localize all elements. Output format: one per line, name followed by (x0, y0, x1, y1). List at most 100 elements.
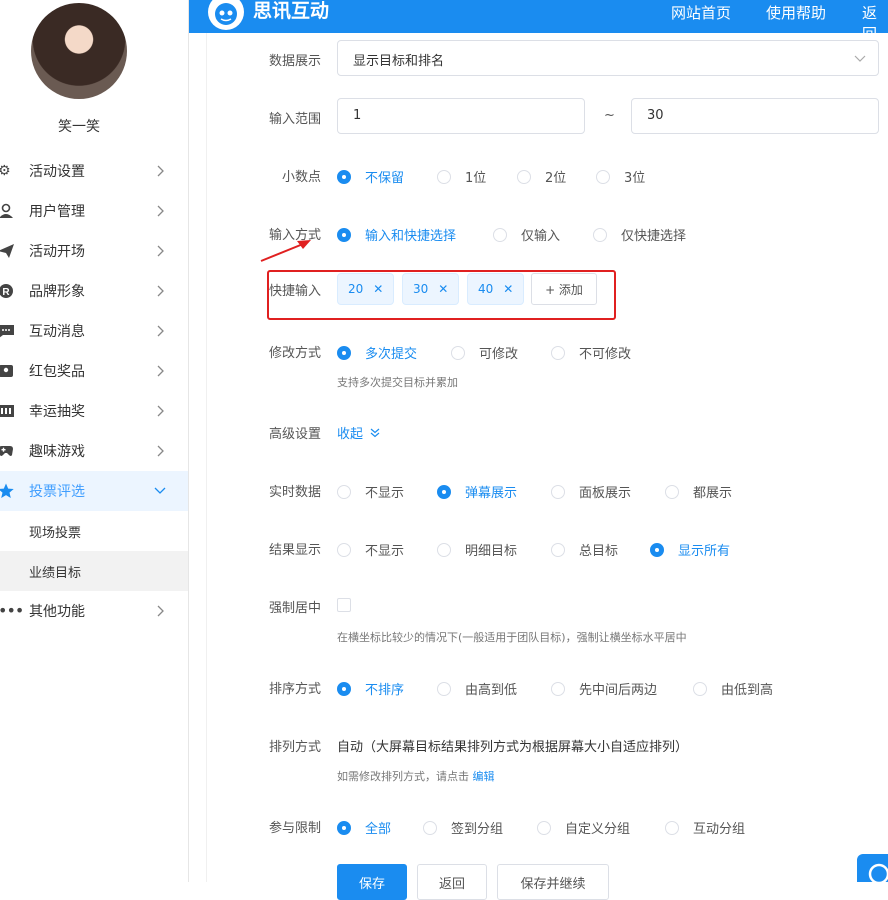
voting-submenu: 现场投票 业绩目标 (0, 511, 188, 591)
realtime-radio-danmaku[interactable]: 弹幕展示 (437, 482, 517, 501)
decimal-radio-3[interactable]: 3位 (596, 167, 645, 186)
star-icon (0, 483, 16, 499)
avatar[interactable] (31, 3, 127, 99)
submenu-item-performance-target[interactable]: 业绩目标 (0, 551, 188, 591)
input-mode-radio-both[interactable]: 输入和快捷选择 (337, 225, 456, 244)
nav-home-link[interactable]: 网站首页 (671, 2, 731, 23)
back-button[interactable]: 返回 (417, 864, 487, 900)
sidebar-item-activity-opening[interactable]: 活动开场 (0, 231, 188, 271)
sidebar-item-voting[interactable]: 投票评选 (0, 471, 188, 511)
nav-help-link[interactable]: 使用帮助 (766, 2, 826, 23)
modify-mode-hint: 支持多次提交目标并累加 (337, 376, 458, 389)
input-mode-radio-quick-only[interactable]: 仅快捷选择 (593, 225, 686, 244)
form-content: 数据展示 显示目标和排名 输入范围 1 ~ 30 小数点 不保留 1位 2位 3… (206, 33, 888, 900)
participation-radio-custom-group[interactable]: 自定义分组 (537, 818, 630, 837)
sort-radio-asc[interactable]: 由低到高 (693, 679, 773, 698)
gamepad-icon (0, 443, 16, 459)
top-header: 思讯互动 网站首页 使用帮助 返回 (189, 0, 888, 43)
chevron-right-icon (157, 365, 164, 377)
svg-text:R: R (2, 287, 10, 298)
sort-mode-label: 排序方式 (269, 682, 322, 697)
sidebar-item-label: 投票评选 (29, 484, 85, 500)
result-display-label: 结果显示 (269, 543, 322, 558)
participation-radio-all[interactable]: 全部 (337, 818, 391, 837)
sidebar-item-label: 活动开场 (29, 244, 85, 260)
sidebar-menu: ⚙ 活动设置 用户管理 活动开场 R 品牌形象 互动消息 红包奖品 幸运抽奖 趣… (0, 151, 188, 631)
submenu-item-live-vote[interactable]: 现场投票 (0, 511, 188, 551)
chevron-right-icon (157, 605, 164, 617)
data-display-label: 数据展示 (269, 54, 322, 69)
sidebar-item-lucky-draw[interactable]: 幸运抽奖 (0, 391, 188, 431)
chevron-right-icon (157, 285, 164, 297)
sidebar-item-user-management[interactable]: 用户管理 (0, 191, 188, 231)
chat-icon (868, 863, 888, 885)
range-max-input[interactable]: 30 (631, 98, 879, 134)
data-display-value: 显示目标和排名 (353, 54, 445, 69)
sidebar-item-fun-games[interactable]: 趣味游戏 (0, 431, 188, 471)
sort-radio-none[interactable]: 不排序 (337, 679, 404, 698)
decimal-radio-2[interactable]: 2位 (517, 167, 566, 186)
annotation-arrow-icon (260, 240, 311, 262)
range-min-value: 1 (353, 108, 362, 123)
sidebar-item-other-functions[interactable]: ••• 其他功能 (0, 591, 188, 631)
realtime-radio-panel[interactable]: 面板展示 (551, 482, 631, 501)
username: 笑一笑 (58, 119, 100, 135)
decimal-radio-none[interactable]: 不保留 (337, 167, 404, 186)
double-chevron-down-icon (370, 428, 380, 437)
save-button[interactable]: 保存 (337, 864, 407, 900)
sort-radio-desc[interactable]: 由高到低 (437, 679, 517, 698)
lottery-icon (0, 403, 16, 419)
chevron-right-icon (157, 165, 164, 177)
result-radio-hide[interactable]: 不显示 (337, 540, 404, 559)
modify-radio-multiple[interactable]: 多次提交 (337, 343, 417, 362)
chevron-right-icon (157, 325, 164, 337)
sort-radio-center-out[interactable]: 先中间后两边 (551, 679, 657, 698)
range-separator: ~ (604, 108, 615, 123)
data-display-select[interactable]: 显示目标和排名 (337, 40, 879, 76)
range-min-input[interactable]: 1 (337, 98, 585, 134)
advanced-collapse-toggle[interactable]: 收起 (337, 423, 381, 442)
brand-name: 思讯互动 (253, 0, 330, 22)
modify-radio-editable[interactable]: 可修改 (451, 343, 518, 362)
result-radio-all[interactable]: 显示所有 (650, 540, 730, 559)
participation-radio-checkin-group[interactable]: 签到分组 (423, 818, 503, 837)
participation-radio-interactive-group[interactable]: 互动分组 (665, 818, 745, 837)
sidebar-item-label: 其他功能 (29, 604, 85, 620)
range-max-value: 30 (647, 108, 664, 123)
sidebar-item-interactive-messages[interactable]: 互动消息 (0, 311, 188, 351)
sidebar-item-label: 活动设置 (29, 164, 85, 180)
sidebar-item-label: 趣味游戏 (29, 444, 85, 460)
sidebar-item-label: 幸运抽奖 (29, 404, 85, 420)
result-radio-total[interactable]: 总目标 (551, 540, 618, 559)
input-mode-radio-input-only[interactable]: 仅输入 (493, 225, 560, 244)
force-center-checkbox[interactable] (337, 598, 351, 612)
modify-radio-locked[interactable]: 不可修改 (551, 343, 631, 362)
input-range-label: 输入范围 (269, 112, 322, 127)
submenu-item-label: 现场投票 (29, 525, 82, 541)
floating-help-widget[interactable] (857, 854, 888, 885)
sidebar-item-brand-image[interactable]: R 品牌形象 (0, 271, 188, 311)
robot-logo-icon[interactable] (208, 0, 244, 30)
registered-icon: R (0, 283, 16, 299)
message-icon (0, 323, 16, 339)
chevron-right-icon (157, 445, 164, 457)
arrange-edit-link[interactable]: 编辑 (473, 770, 495, 783)
user-icon (0, 203, 16, 219)
submenu-item-label: 业绩目标 (29, 565, 82, 581)
modify-mode-label: 修改方式 (269, 346, 322, 361)
chevron-right-icon (157, 205, 164, 217)
sidebar-item-label: 互动消息 (29, 324, 85, 340)
realtime-label: 实时数据 (269, 485, 322, 500)
sidebar-item-red-packet-prizes[interactable]: 红包奖品 (0, 351, 188, 391)
arrange-mode-hint: 如需修改排列方式，请点击 编辑 (337, 770, 495, 783)
arrange-mode-value: 自动（大屏幕目标结果排列方式为根据屏幕大小自适应排列） (337, 740, 689, 755)
realtime-radio-hide[interactable]: 不显示 (337, 482, 404, 501)
advanced-toggle-label: 收起 (337, 427, 364, 442)
realtime-radio-both[interactable]: 都展示 (665, 482, 732, 501)
save-continue-button[interactable]: 保存并继续 (497, 864, 609, 900)
result-radio-detail[interactable]: 明细目标 (437, 540, 517, 559)
sidebar-item-activity-settings[interactable]: ⚙ 活动设置 (0, 151, 188, 191)
decimal-radio-1[interactable]: 1位 (437, 167, 486, 186)
decimal-label: 小数点 (282, 170, 322, 185)
gift-icon (0, 363, 16, 379)
